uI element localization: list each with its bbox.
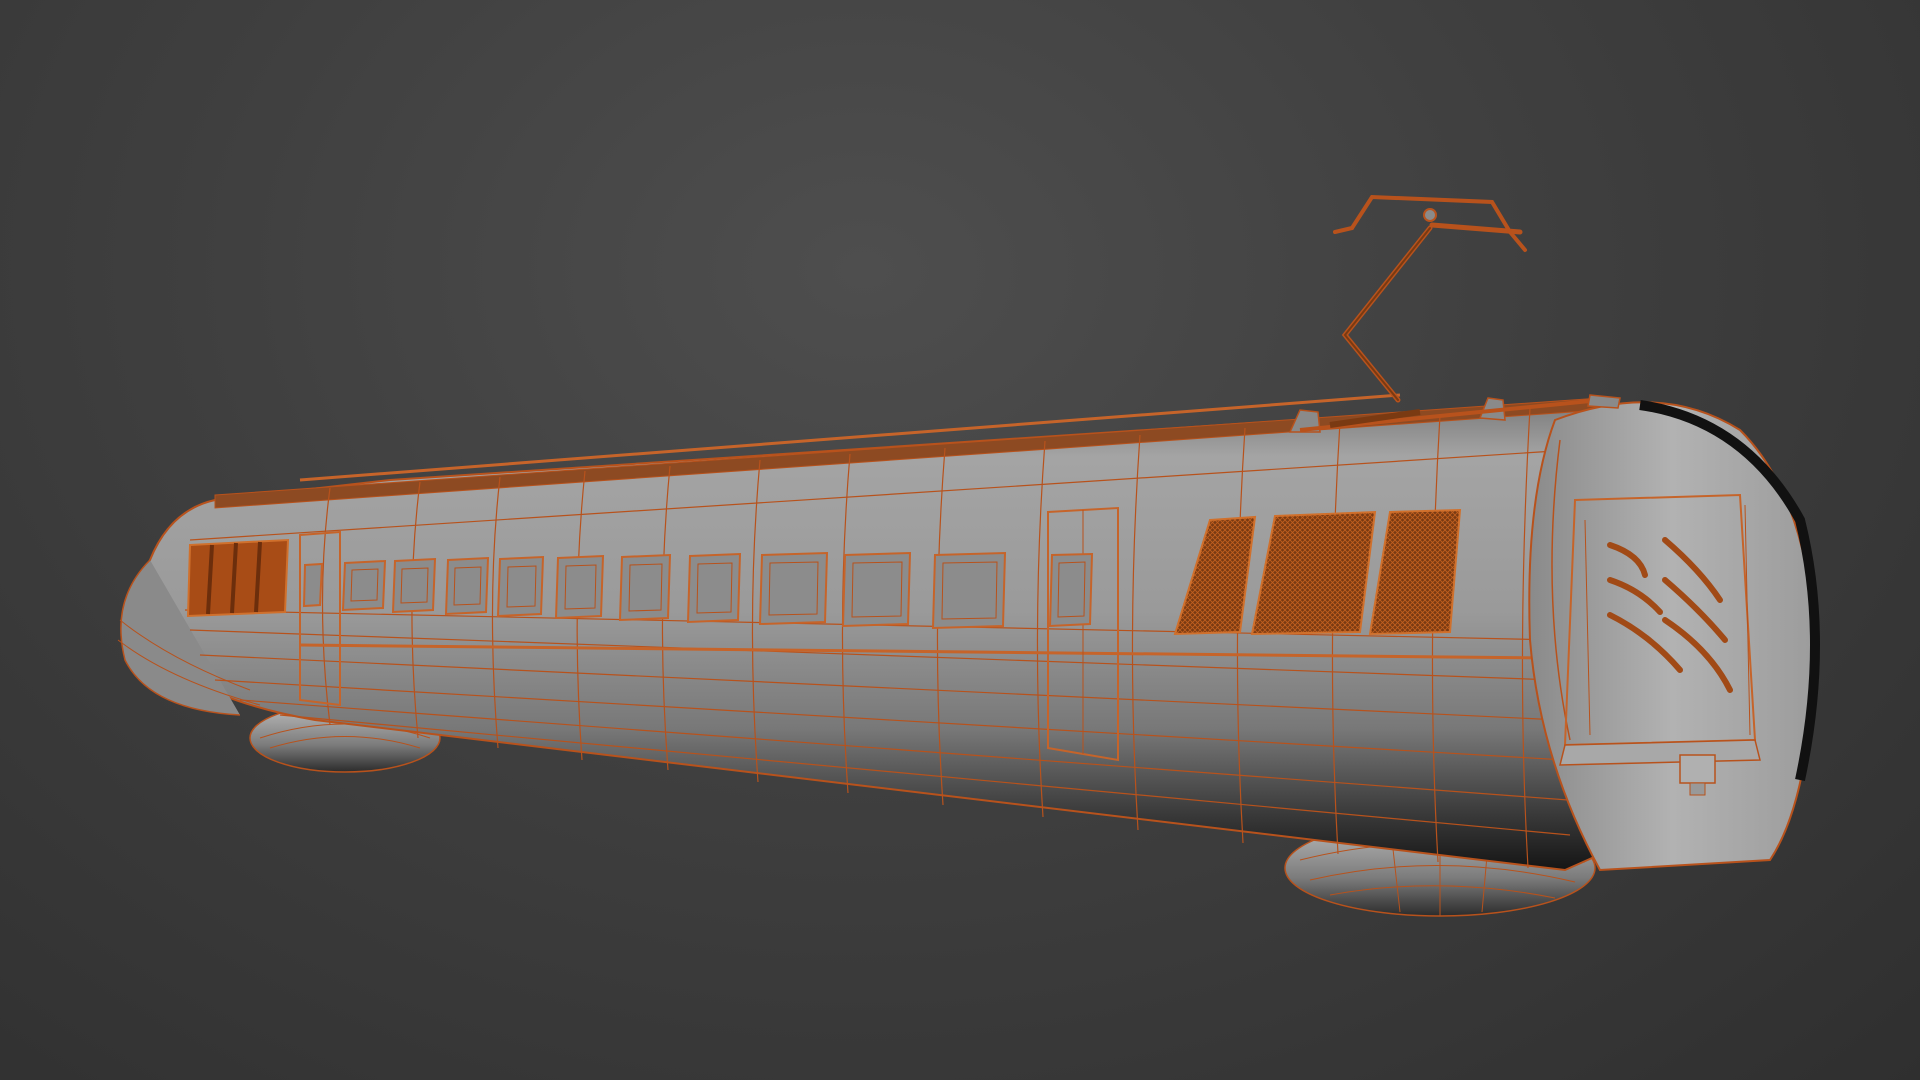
car-end[interactable]	[1528, 400, 1820, 872]
car-body[interactable]	[117, 393, 1612, 872]
viewport-canvas[interactable]	[0, 0, 1920, 1080]
rear-cab-window	[186, 538, 290, 618]
front-cab-grilles	[1173, 508, 1462, 636]
3d-viewport[interactable]	[0, 0, 1920, 1080]
pantograph[interactable]	[1333, 194, 1527, 403]
